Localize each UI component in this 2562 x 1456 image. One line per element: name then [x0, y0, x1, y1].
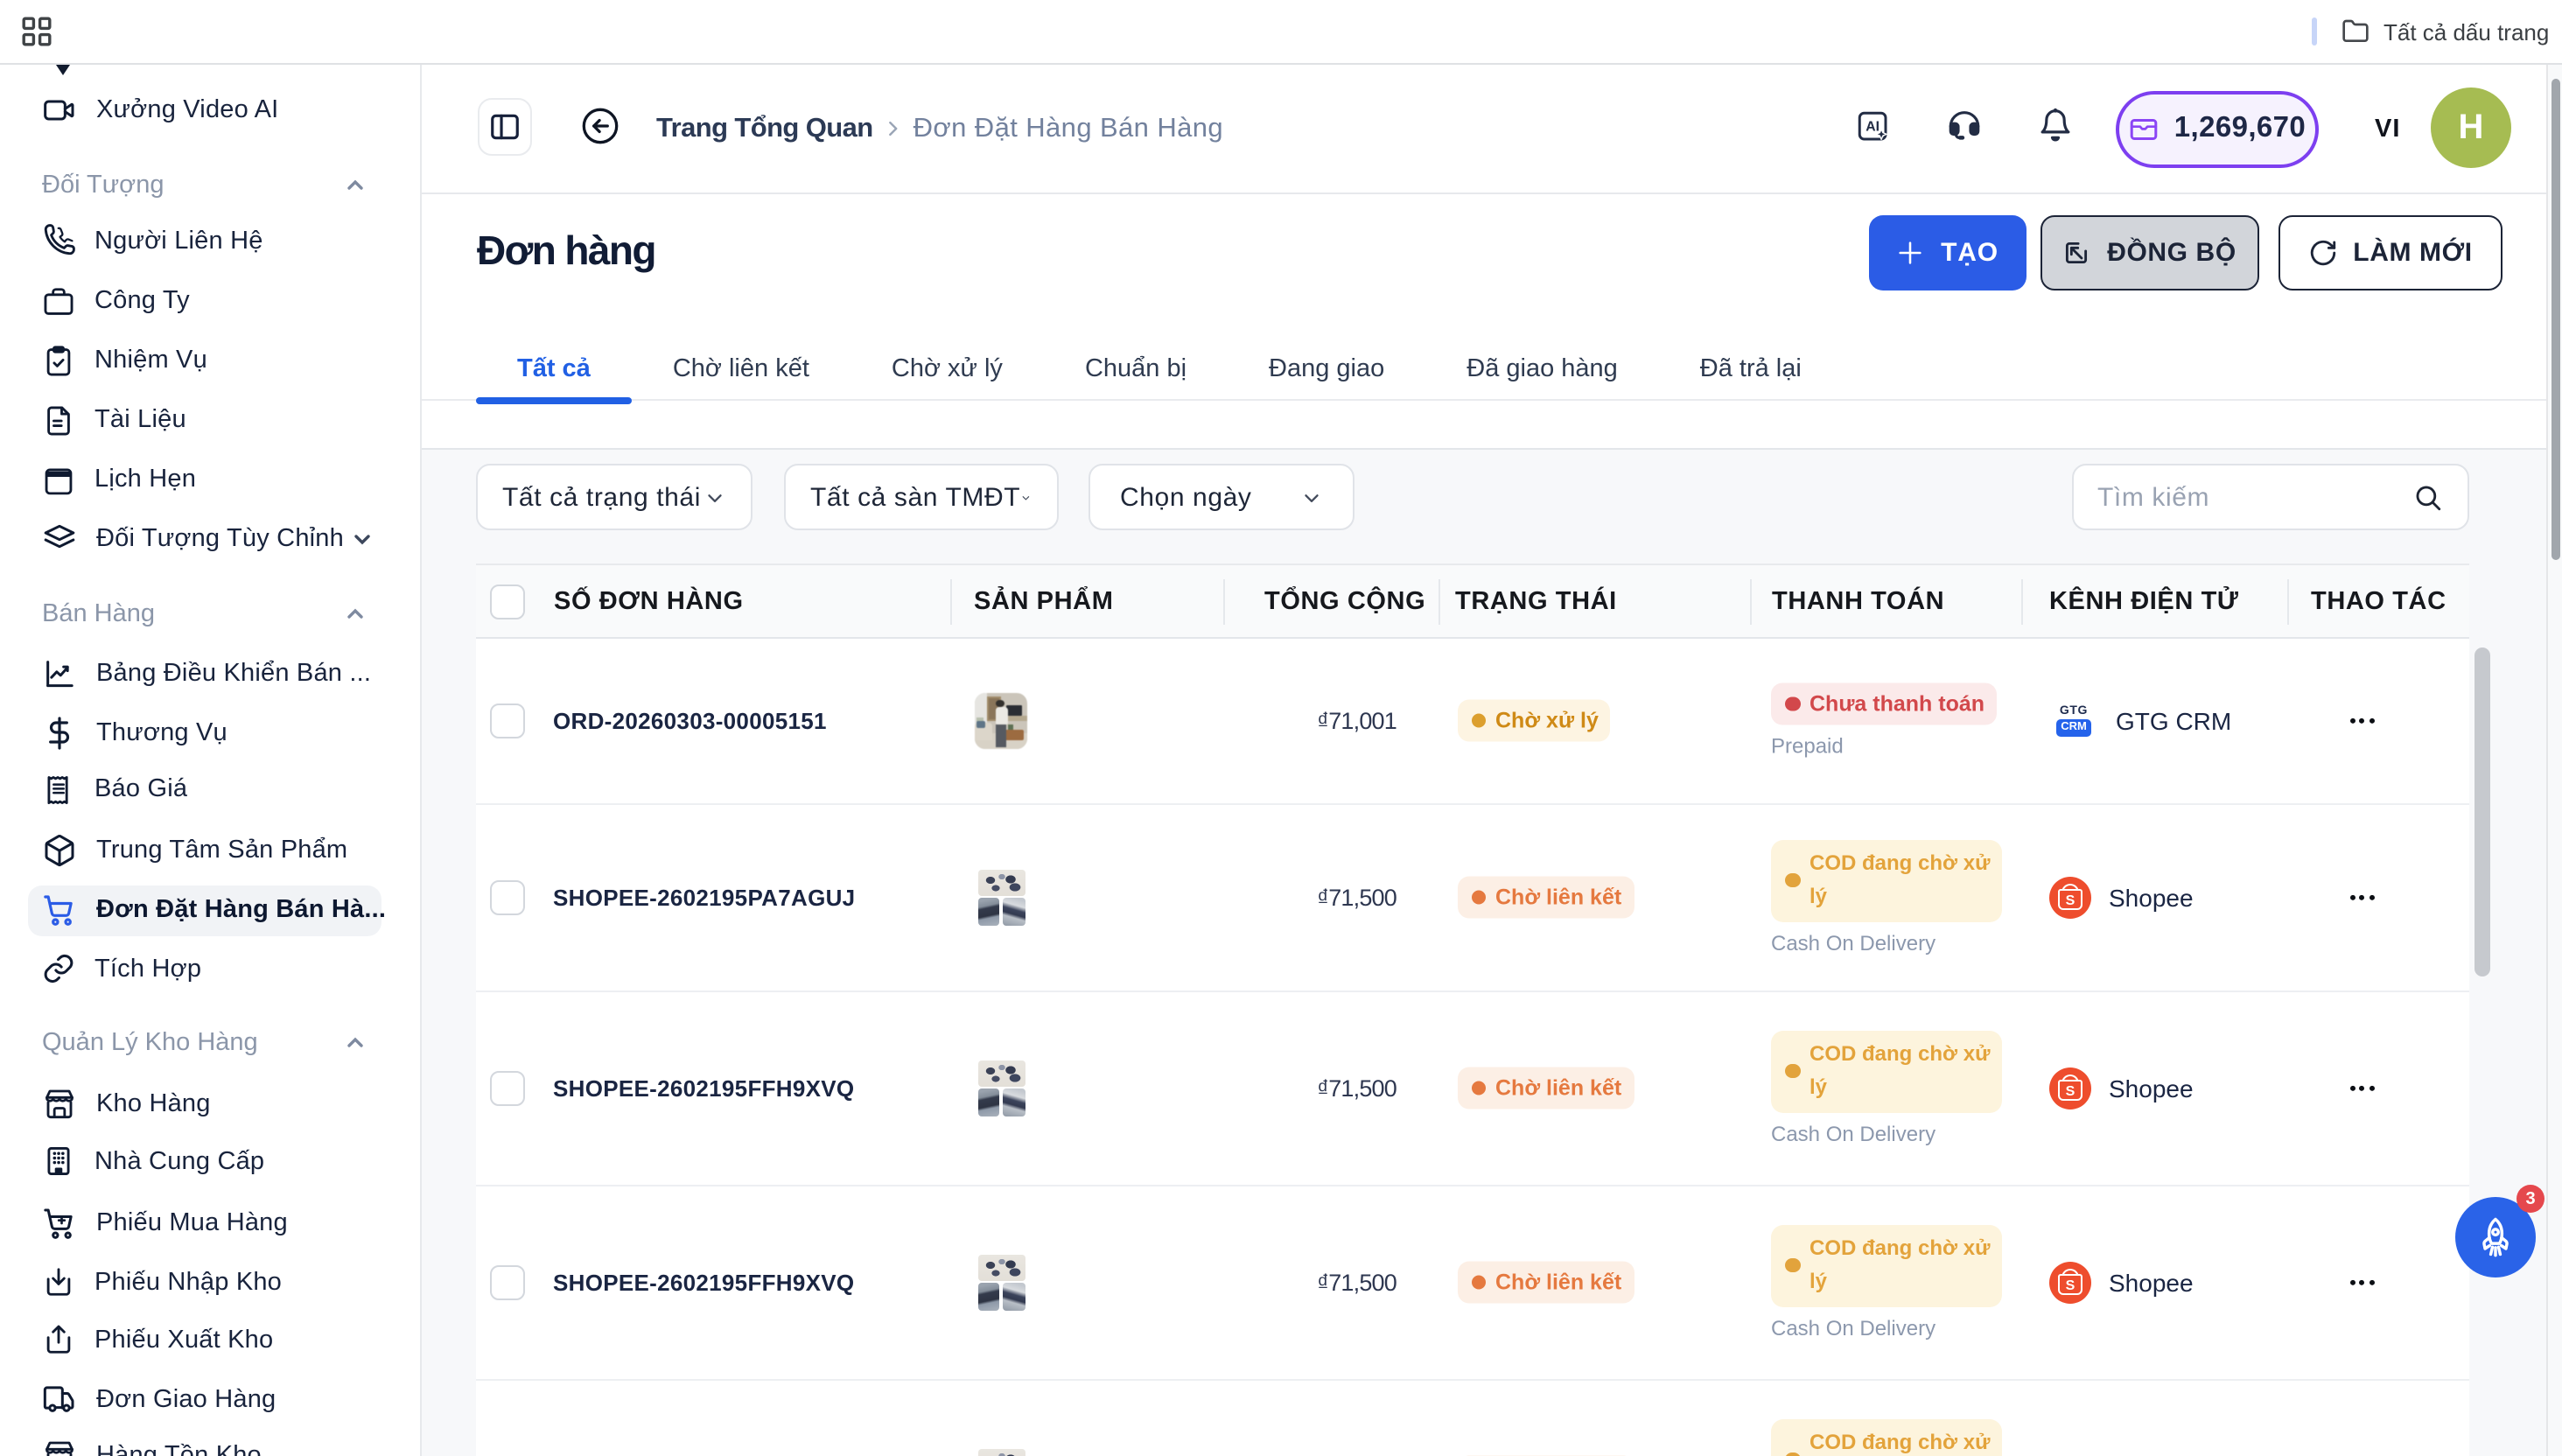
svg-text:AI: AI	[1866, 120, 1880, 135]
